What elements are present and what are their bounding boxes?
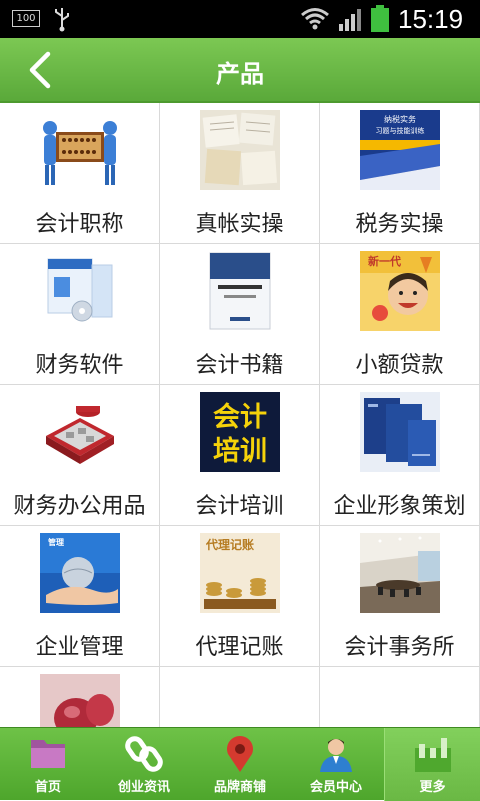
product-label: 企业管理 <box>35 635 124 660</box>
product-label: 会计书籍 <box>195 353 284 378</box>
svg-text:新一代: 新一代 <box>368 254 401 268</box>
nav-item-member-center[interactable]: 会员中心 <box>288 728 384 801</box>
red-seal-image <box>40 674 120 727</box>
nav-item-brand-shops[interactable]: 品牌商铺 <box>192 728 288 801</box>
product-item-kuaiji-shuji[interactable]: 会计书籍 <box>160 244 320 385</box>
signal-icon <box>339 9 361 31</box>
abacus-people-image <box>40 110 120 190</box>
svg-text:纳税实务: 纳税实务 <box>384 114 416 124</box>
product-label: 小额贷款 <box>355 353 444 378</box>
product-item-bangong-yongpin[interactable]: 财务办公用品 <box>0 385 160 526</box>
product-grid: 会计职称 真帐实操 纳税实务 习题与技能训练 税务实操 财务软件 会计书籍 新一… <box>0 103 480 727</box>
wifi-icon <box>301 8 329 30</box>
product-label: 代理记账 <box>195 635 284 660</box>
product-item-daili-jizhang[interactable]: 代理记账 代理记账 <box>160 526 320 667</box>
product-item-empty <box>320 667 480 727</box>
bottom-nav: 首页 创业资讯 品牌商铺 会员中心 更多 <box>0 727 480 801</box>
svg-text:培训: 培训 <box>213 436 267 467</box>
battery-percent-icon: 100 <box>12 10 40 27</box>
clock: 15:19 <box>398 4 464 34</box>
product-label: 企业形象策划 <box>333 494 466 519</box>
svg-text:习题与技能训练: 习题与技能训练 <box>376 126 425 135</box>
product-label: 真帐实操 <box>195 212 284 237</box>
product-label: 财务软件 <box>35 353 124 378</box>
member-icon <box>320 739 352 772</box>
brand-folders-image <box>360 392 440 472</box>
nav-item-home[interactable]: 首页 <box>0 728 96 801</box>
product-item-caiwu-ruanjian[interactable]: 财务软件 <box>0 244 160 385</box>
folder-icon <box>31 740 65 768</box>
link-icon <box>125 736 163 772</box>
page-title: 产品 <box>216 60 264 88</box>
globe-hand-image: 管理 <box>40 533 120 613</box>
product-item-xiaoe-daikuan[interactable]: 新一代 小额贷款 <box>320 244 480 385</box>
product-item-kuaiji-peixun[interactable]: 会计 培训 会计培训 <box>160 385 320 526</box>
svg-text:管理: 管理 <box>48 537 64 547</box>
account-books-image <box>200 110 280 190</box>
product-label: 会计职称 <box>35 212 124 237</box>
training-sign-image: 会计 培训 <box>200 392 280 472</box>
product-item-seal[interactable] <box>0 667 160 727</box>
product-item-empty <box>160 667 320 727</box>
svg-text:代理记账: 代理记账 <box>205 537 254 552</box>
svg-text:会计: 会计 <box>213 402 267 433</box>
bookkeeping-coins-image: 代理记账 <box>200 533 280 613</box>
nav-label: 更多 <box>419 780 446 795</box>
product-item-xingxiang-cehua[interactable]: 企业形象策划 <box>320 385 480 526</box>
nav-label: 品牌商铺 <box>213 780 266 795</box>
nav-label: 首页 <box>34 780 61 795</box>
office-supplies-image <box>40 392 120 472</box>
product-label: 会计培训 <box>195 494 284 519</box>
usb-icon <box>55 8 69 32</box>
more-icon <box>415 738 451 772</box>
product-item-kuaiji-zhicheng[interactable]: 会计职称 <box>0 103 160 244</box>
software-box-image <box>40 251 120 331</box>
product-label: 会计事务所 <box>344 635 455 660</box>
loan-child-image: 新一代 <box>360 251 440 331</box>
product-item-kuaiji-shiwusuo[interactable]: 会计事务所 <box>320 526 480 667</box>
status-bar: 100 15:19 <box>0 0 480 38</box>
nav-label: 会员中心 <box>309 780 362 795</box>
meeting-room-image <box>360 533 440 613</box>
map-pin-icon <box>227 736 253 772</box>
nav-item-news[interactable]: 创业资讯 <box>96 728 192 801</box>
product-label: 财务办公用品 <box>13 494 146 519</box>
accounting-book-image <box>200 251 280 331</box>
battery-icon <box>371 5 389 32</box>
app-header: 产品 <box>0 38 480 103</box>
nav-label: 创业资讯 <box>117 780 170 795</box>
product-label: 税务实操 <box>355 212 444 237</box>
tax-book-cover-image: 纳税实务 习题与技能训练 <box>360 110 440 190</box>
product-item-zhenzhang-shicao[interactable]: 真帐实操 <box>160 103 320 244</box>
nav-item-more[interactable]: 更多 <box>384 728 480 801</box>
product-item-qiye-guanli[interactable]: 管理 企业管理 <box>0 526 160 667</box>
product-item-shuiwu-shicao[interactable]: 纳税实务 习题与技能训练 税务实操 <box>320 103 480 244</box>
